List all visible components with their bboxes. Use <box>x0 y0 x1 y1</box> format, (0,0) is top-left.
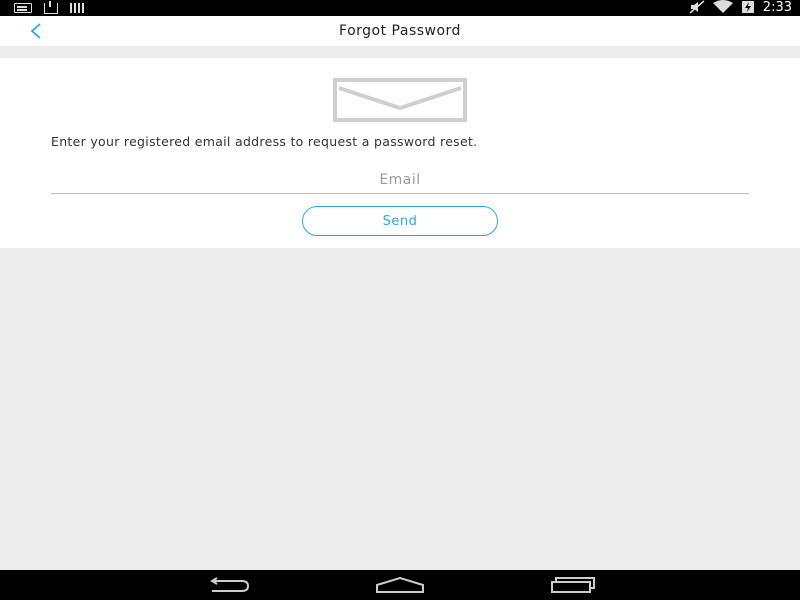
recents-icon <box>551 577 595 593</box>
back-button[interactable] <box>18 16 54 46</box>
nav-recents-button[interactable] <box>544 575 600 595</box>
status-time: 2:33 <box>762 0 792 15</box>
back-icon <box>210 577 250 592</box>
envelope-icon <box>333 78 467 122</box>
signal-bars-icon <box>70 3 86 13</box>
chevron-left-icon <box>30 23 41 39</box>
wifi-icon <box>712 0 733 18</box>
status-right-icons: 2:33 <box>689 0 792 16</box>
navigation-bar <box>0 570 800 600</box>
screen: 2:33 Forgot Password Enter your register… <box>0 0 800 600</box>
home-icon <box>376 577 424 593</box>
nav-home-button[interactable] <box>372 575 428 595</box>
status-left-icons <box>14 0 86 14</box>
forgot-password-card: Enter your registered email address to r… <box>0 58 800 248</box>
battery-icon <box>741 0 755 18</box>
send-button[interactable]: Send <box>302 206 498 236</box>
page-title: Forgot Password <box>339 23 461 39</box>
mute-icon <box>689 0 705 18</box>
message-icon <box>14 3 32 13</box>
nav-back-button[interactable] <box>200 575 256 595</box>
instruction-text: Enter your registered email address to r… <box>51 134 478 149</box>
divider-strip <box>0 46 800 58</box>
status-bar: 2:33 <box>0 0 800 16</box>
download-icon <box>44 0 58 14</box>
email-field[interactable] <box>51 166 749 194</box>
header: Forgot Password <box>0 16 800 46</box>
